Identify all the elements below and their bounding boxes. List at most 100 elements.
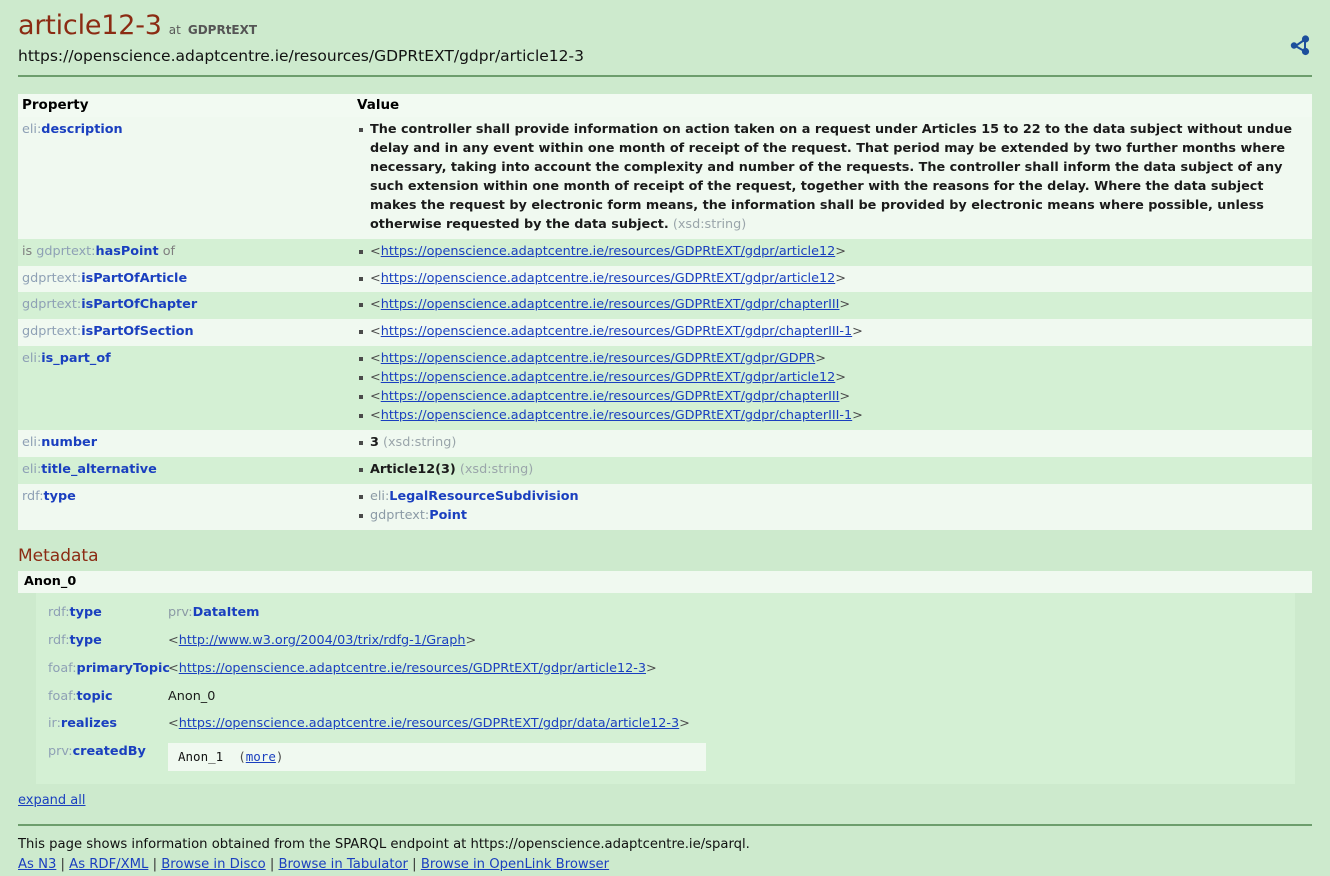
footer-link[interactable]: As N3 [18, 857, 56, 872]
expand-all-link[interactable]: expand all [18, 793, 86, 808]
metadata-property-cell: foaf:primaryTopic [36, 655, 170, 683]
value-list: <https://openscience.adaptcentre.ie/reso… [357, 296, 1308, 315]
value-list-item: <https://openscience.adaptcentre.ie/reso… [357, 323, 1308, 342]
metadata-row: rdf:type <http://www.w3.org/2004/03/trix/… [36, 627, 1295, 655]
property-local-name[interactable]: isPartOfChapter [81, 297, 197, 312]
value-cell: The controller shall provide information… [353, 116, 1312, 239]
footer-link[interactable]: Browse in Tabulator [278, 857, 408, 872]
footer-links: As N3 | As RDF/XML | Browse in Disco | B… [18, 855, 1312, 875]
value-list: 3 (xsd:string) [357, 434, 1308, 453]
angle-bracket-close: > [646, 660, 657, 676]
metadata-value-cell: <https://openscience.adaptcentre.ie/reso… [164, 655, 1295, 683]
source-dataset-label: GDPRtEXT [187, 23, 258, 37]
metadata-property-cell: foaf:topic [36, 683, 164, 711]
property-local-name[interactable]: isPartOfArticle [81, 271, 187, 286]
property-prefix: eli: [22, 462, 42, 477]
inverse-prefix-word: is [22, 243, 37, 259]
metadata-table: rdf:type prv:DataItem rdf:type <http://www.… [36, 599, 1295, 776]
property-cell: rdf:type [18, 483, 353, 530]
property-local-name[interactable]: primaryTopic [77, 661, 170, 676]
literal-datatype: (xsd:string) [382, 435, 457, 451]
property-prefix: gdprtext: [22, 324, 82, 340]
value-list-item: <https://openscience.adaptcentre.ie/reso… [357, 270, 1308, 289]
footer-divider [18, 823, 1312, 826]
metadata-value-cell: Anon_0 [164, 683, 1295, 711]
property-prefix: gdprtext: [22, 297, 82, 313]
metadata-block: Anon_0 rdf:type prv:DataItem rdf:type <http… [18, 570, 1312, 784]
uri-link[interactable]: https://openscience.adaptcentre.ie/resou… [381, 389, 840, 404]
property-local-name[interactable]: createdBy [73, 744, 146, 759]
qname-local-link[interactable]: DataItem [193, 605, 260, 620]
angle-bracket-close: > [852, 324, 863, 340]
angle-bracket-close: > [815, 351, 826, 367]
qname-prefix: gdprtext: [370, 507, 430, 523]
table-row: gdprtext:isPartOfSection <https://opensci… [18, 319, 1312, 347]
property-local-name[interactable]: realizes [61, 716, 117, 731]
uri-link[interactable]: https://openscience.adaptcentre.ie/resou… [381, 370, 836, 385]
resource-uri: https://openscience.adaptcentre.ie/resou… [18, 47, 584, 66]
uri-link[interactable]: http://www.w3.org/2004/03/trix/rdfg-1/Gr… [179, 633, 466, 648]
page-footer: This page shows information obtained fro… [18, 835, 1312, 876]
value-cell: eli:LegalResourceSubdivision gdprtext:Poi… [353, 483, 1312, 530]
uri-link[interactable]: https://openscience.adaptcentre.ie/resou… [381, 244, 836, 259]
angle-bracket-open: < [370, 351, 381, 367]
property-local-name[interactable]: topic [77, 689, 113, 704]
footer-link-separator: | [56, 857, 70, 873]
property-prefix: gdprtext: [22, 270, 82, 286]
property-value-table: Property Value eli:description The contro… [18, 93, 1312, 530]
property-prefix: rdf: [22, 488, 44, 504]
uri-link[interactable]: https://openscience.adaptcentre.ie/resou… [381, 271, 836, 286]
value-list-item: 3 (xsd:string) [357, 434, 1308, 453]
footer-link-separator: | [407, 857, 421, 873]
value-list-item: <https://openscience.adaptcentre.ie/reso… [357, 243, 1308, 262]
metadata-value-cell: <https://openscience.adaptcentre.ie/reso… [164, 710, 1295, 738]
angle-bracket-open: < [370, 389, 381, 405]
metadata-row: rdf:type prv:DataItem [36, 599, 1295, 627]
property-local-name[interactable]: type [70, 633, 102, 648]
property-prefix: gdprtext: [36, 243, 96, 259]
property-local-name[interactable]: type [70, 605, 102, 620]
footer-link[interactable]: Browse in Disco [161, 857, 265, 872]
property-local-name[interactable]: description [41, 122, 122, 137]
expand-all-container: expand all [18, 793, 1312, 808]
angle-bracket-close: > [839, 297, 851, 313]
property-local-name[interactable]: title_alternative [41, 462, 156, 477]
uri-link[interactable]: https://openscience.adaptcentre.ie/resou… [179, 716, 679, 731]
property-cell: eli:number [18, 430, 353, 457]
value-list-item: <https://openscience.adaptcentre.ie/reso… [357, 388, 1308, 407]
more-link[interactable]: more [246, 749, 276, 764]
qname-local-link[interactable]: LegalResourceSubdivision [389, 489, 578, 504]
angle-bracket-open: < [168, 632, 179, 648]
at-label: at [168, 23, 181, 37]
literal-datatype: (xsd:string) [459, 462, 534, 477]
property-local-name[interactable]: is_part_of [41, 351, 110, 366]
property-local-name[interactable]: type [44, 489, 76, 504]
footer-link[interactable]: Browse in OpenLink Browser [421, 857, 609, 872]
angle-bracket-close: > [852, 408, 863, 424]
property-prefix: prv: [48, 744, 73, 760]
page-title: article12-3 [18, 10, 162, 41]
property-prefix: eli: [22, 121, 42, 137]
nested-node-label: Anon_1 [178, 749, 224, 765]
uri-link[interactable]: https://openscience.adaptcentre.ie/resou… [381, 351, 815, 366]
value-list-item: <https://openscience.adaptcentre.ie/reso… [357, 296, 1308, 315]
property-prefix: rdf: [48, 632, 70, 648]
value-list: The controller shall provide information… [357, 121, 1308, 235]
property-local-name[interactable]: hasPoint [96, 244, 159, 259]
property-local-name[interactable]: isPartOfSection [81, 324, 193, 339]
property-cell: is gdprtext:hasPoint of [18, 238, 353, 266]
uri-link[interactable]: https://openscience.adaptcentre.ie/resou… [179, 661, 646, 676]
uri-link[interactable]: https://openscience.adaptcentre.ie/resou… [381, 324, 852, 339]
angle-bracket-open: < [370, 270, 381, 286]
metadata-property-cell: ir:realizes [36, 710, 164, 738]
footer-link-separator: | [148, 857, 162, 873]
share-network-icon[interactable] [1288, 33, 1312, 61]
qname-local-link[interactable]: Point [429, 508, 467, 523]
value-list: Article12(3) (xsd:string) [357, 461, 1308, 480]
property-local-name[interactable]: number [41, 435, 97, 450]
qname-prefix: eli: [370, 488, 390, 504]
angle-bracket-close: > [835, 370, 846, 386]
uri-link[interactable]: https://openscience.adaptcentre.ie/resou… [381, 408, 852, 423]
footer-link[interactable]: As RDF/XML [69, 857, 148, 872]
uri-link[interactable]: https://openscience.adaptcentre.ie/resou… [381, 297, 840, 312]
